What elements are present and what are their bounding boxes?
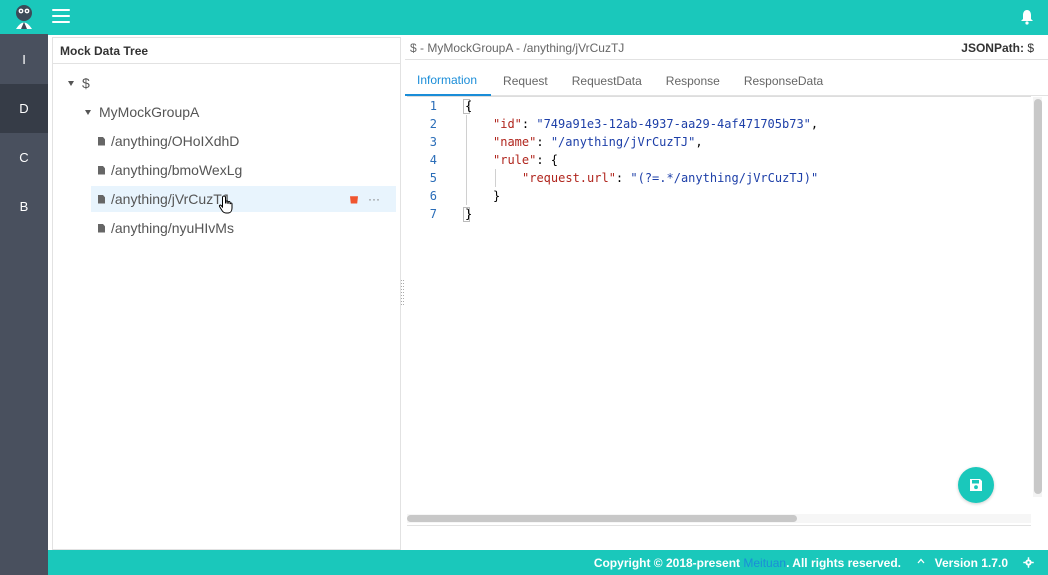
row-actions: ··· [350, 186, 380, 212]
sidebar-item-i[interactable]: I [0, 35, 48, 84]
tab-response[interactable]: Response [654, 66, 732, 96]
editor-horizontal-scrollbar[interactable] [407, 514, 1031, 523]
jsonpath-label: JSONPath: [961, 41, 1024, 55]
jsonpath-value: $ [1027, 41, 1034, 55]
caret-down-icon[interactable] [85, 109, 91, 115]
line-number: 7 [429, 207, 437, 221]
detail-path-header: $ - MyMockGroupA - /anything/jVrCuzTJ JS… [405, 37, 1048, 60]
bell-icon[interactable] [1020, 9, 1034, 25]
save-button[interactable] [958, 467, 994, 503]
code-line: "name": "/anything/jVrCuzTJ", [493, 135, 703, 149]
tree-title: Mock Data Tree [53, 38, 400, 64]
sidebar-item-label: C [19, 150, 29, 165]
delete-icon[interactable] [350, 196, 358, 204]
line-number: 4 [429, 153, 437, 167]
detail-tabs: Information Request RequestData Response… [405, 66, 1048, 96]
top-bar [48, 0, 1048, 35]
file-icon [98, 194, 105, 204]
line-number: 6 [429, 189, 437, 203]
editor-vertical-scrollbar[interactable] [1033, 97, 1042, 497]
tree-leaf[interactable]: /anything/nyuHIvMs [98, 215, 388, 241]
sidebar-item-b[interactable]: B [0, 182, 48, 231]
line-number: 2 [429, 117, 437, 131]
footer: Copyright © 2018-present Meituan. All ri… [48, 550, 1048, 575]
line-number: 5 [429, 171, 437, 185]
code-line: } [465, 207, 473, 221]
tree-leaf-label: /anything/bmoWexLg [111, 162, 243, 178]
chevron-up-icon[interactable] [917, 557, 925, 565]
more-icon[interactable]: ··· [368, 193, 380, 205]
file-icon [98, 165, 105, 175]
detail-panel: $ - MyMockGroupA - /anything/jVrCuzTJ JS… [405, 37, 1048, 550]
sidebar-item-c[interactable]: C [0, 133, 48, 182]
caret-down-icon[interactable] [68, 80, 74, 86]
gear-icon[interactable] [1023, 557, 1034, 568]
sidebar-item-label: I [22, 52, 26, 67]
tree-node-label: $ [82, 75, 90, 91]
sidebar-item-label: B [19, 199, 29, 214]
sidebar-item-d[interactable]: D [0, 84, 48, 133]
tab-requestdata[interactable]: RequestData [560, 66, 654, 96]
version-label: Version 1.7.0 [934, 556, 1008, 570]
file-icon [98, 136, 105, 146]
code-line: "id": "749a91e3-12ab-4937-aa29-4af471705… [493, 117, 819, 131]
save-icon [970, 479, 982, 491]
tab-information[interactable]: Information [405, 66, 492, 96]
tab-request[interactable]: Request [491, 66, 560, 96]
tree-node-group[interactable]: MyMockGroupA [85, 99, 385, 125]
mock-data-tree-panel: Mock Data Tree $ MyMockGroupA /anything/… [52, 37, 401, 550]
tree-leaf[interactable]: /anything/OHoIXdhD [98, 128, 388, 154]
sidebar: I D C B [0, 0, 48, 575]
menu-icon[interactable] [52, 9, 70, 23]
code-line: "rule": { [493, 153, 559, 167]
line-number: 1 [429, 99, 437, 113]
code-line: "request.url": "(?=.*/anything/jVrCuzTJ)… [522, 171, 819, 185]
lyrebird-logo-icon[interactable] [0, 0, 48, 34]
sidebar-item-label: D [19, 101, 29, 116]
copyright-text: Copyright © 2018-present Meituan. All ri… [593, 556, 901, 570]
tree-leaf[interactable]: /anything/bmoWexLg [98, 157, 388, 183]
brand-link[interactable]: Meituan [743, 556, 786, 570]
file-icon [98, 223, 105, 233]
tree-node-root[interactable]: $ [68, 70, 388, 96]
tree-leaf-label: /anything/jVrCuzTJ [111, 191, 229, 207]
tree-leaf-selected[interactable]: /anything/jVrCuzTJ ··· [91, 186, 396, 212]
jsonpath-display: JSONPath: $ [961, 41, 1034, 55]
code-line: { [465, 99, 473, 113]
code-line: } [493, 189, 501, 203]
tab-responsedata[interactable]: ResponseData [732, 66, 835, 96]
tree-leaf-label: /anything/OHoIXdhD [111, 133, 240, 149]
line-number: 3 [429, 135, 437, 149]
tree-leaf-label: /anything/nyuHIvMs [111, 220, 234, 236]
hand-cursor-icon [218, 195, 233, 214]
json-editor[interactable]: 1 2 3 4 5 6 7 { "id": "749a91e3-12ab-493… [407, 96, 1031, 508]
tree-node-label: MyMockGroupA [99, 104, 200, 120]
breadcrumb: $ - MyMockGroupA - /anything/jVrCuzTJ [410, 41, 625, 55]
